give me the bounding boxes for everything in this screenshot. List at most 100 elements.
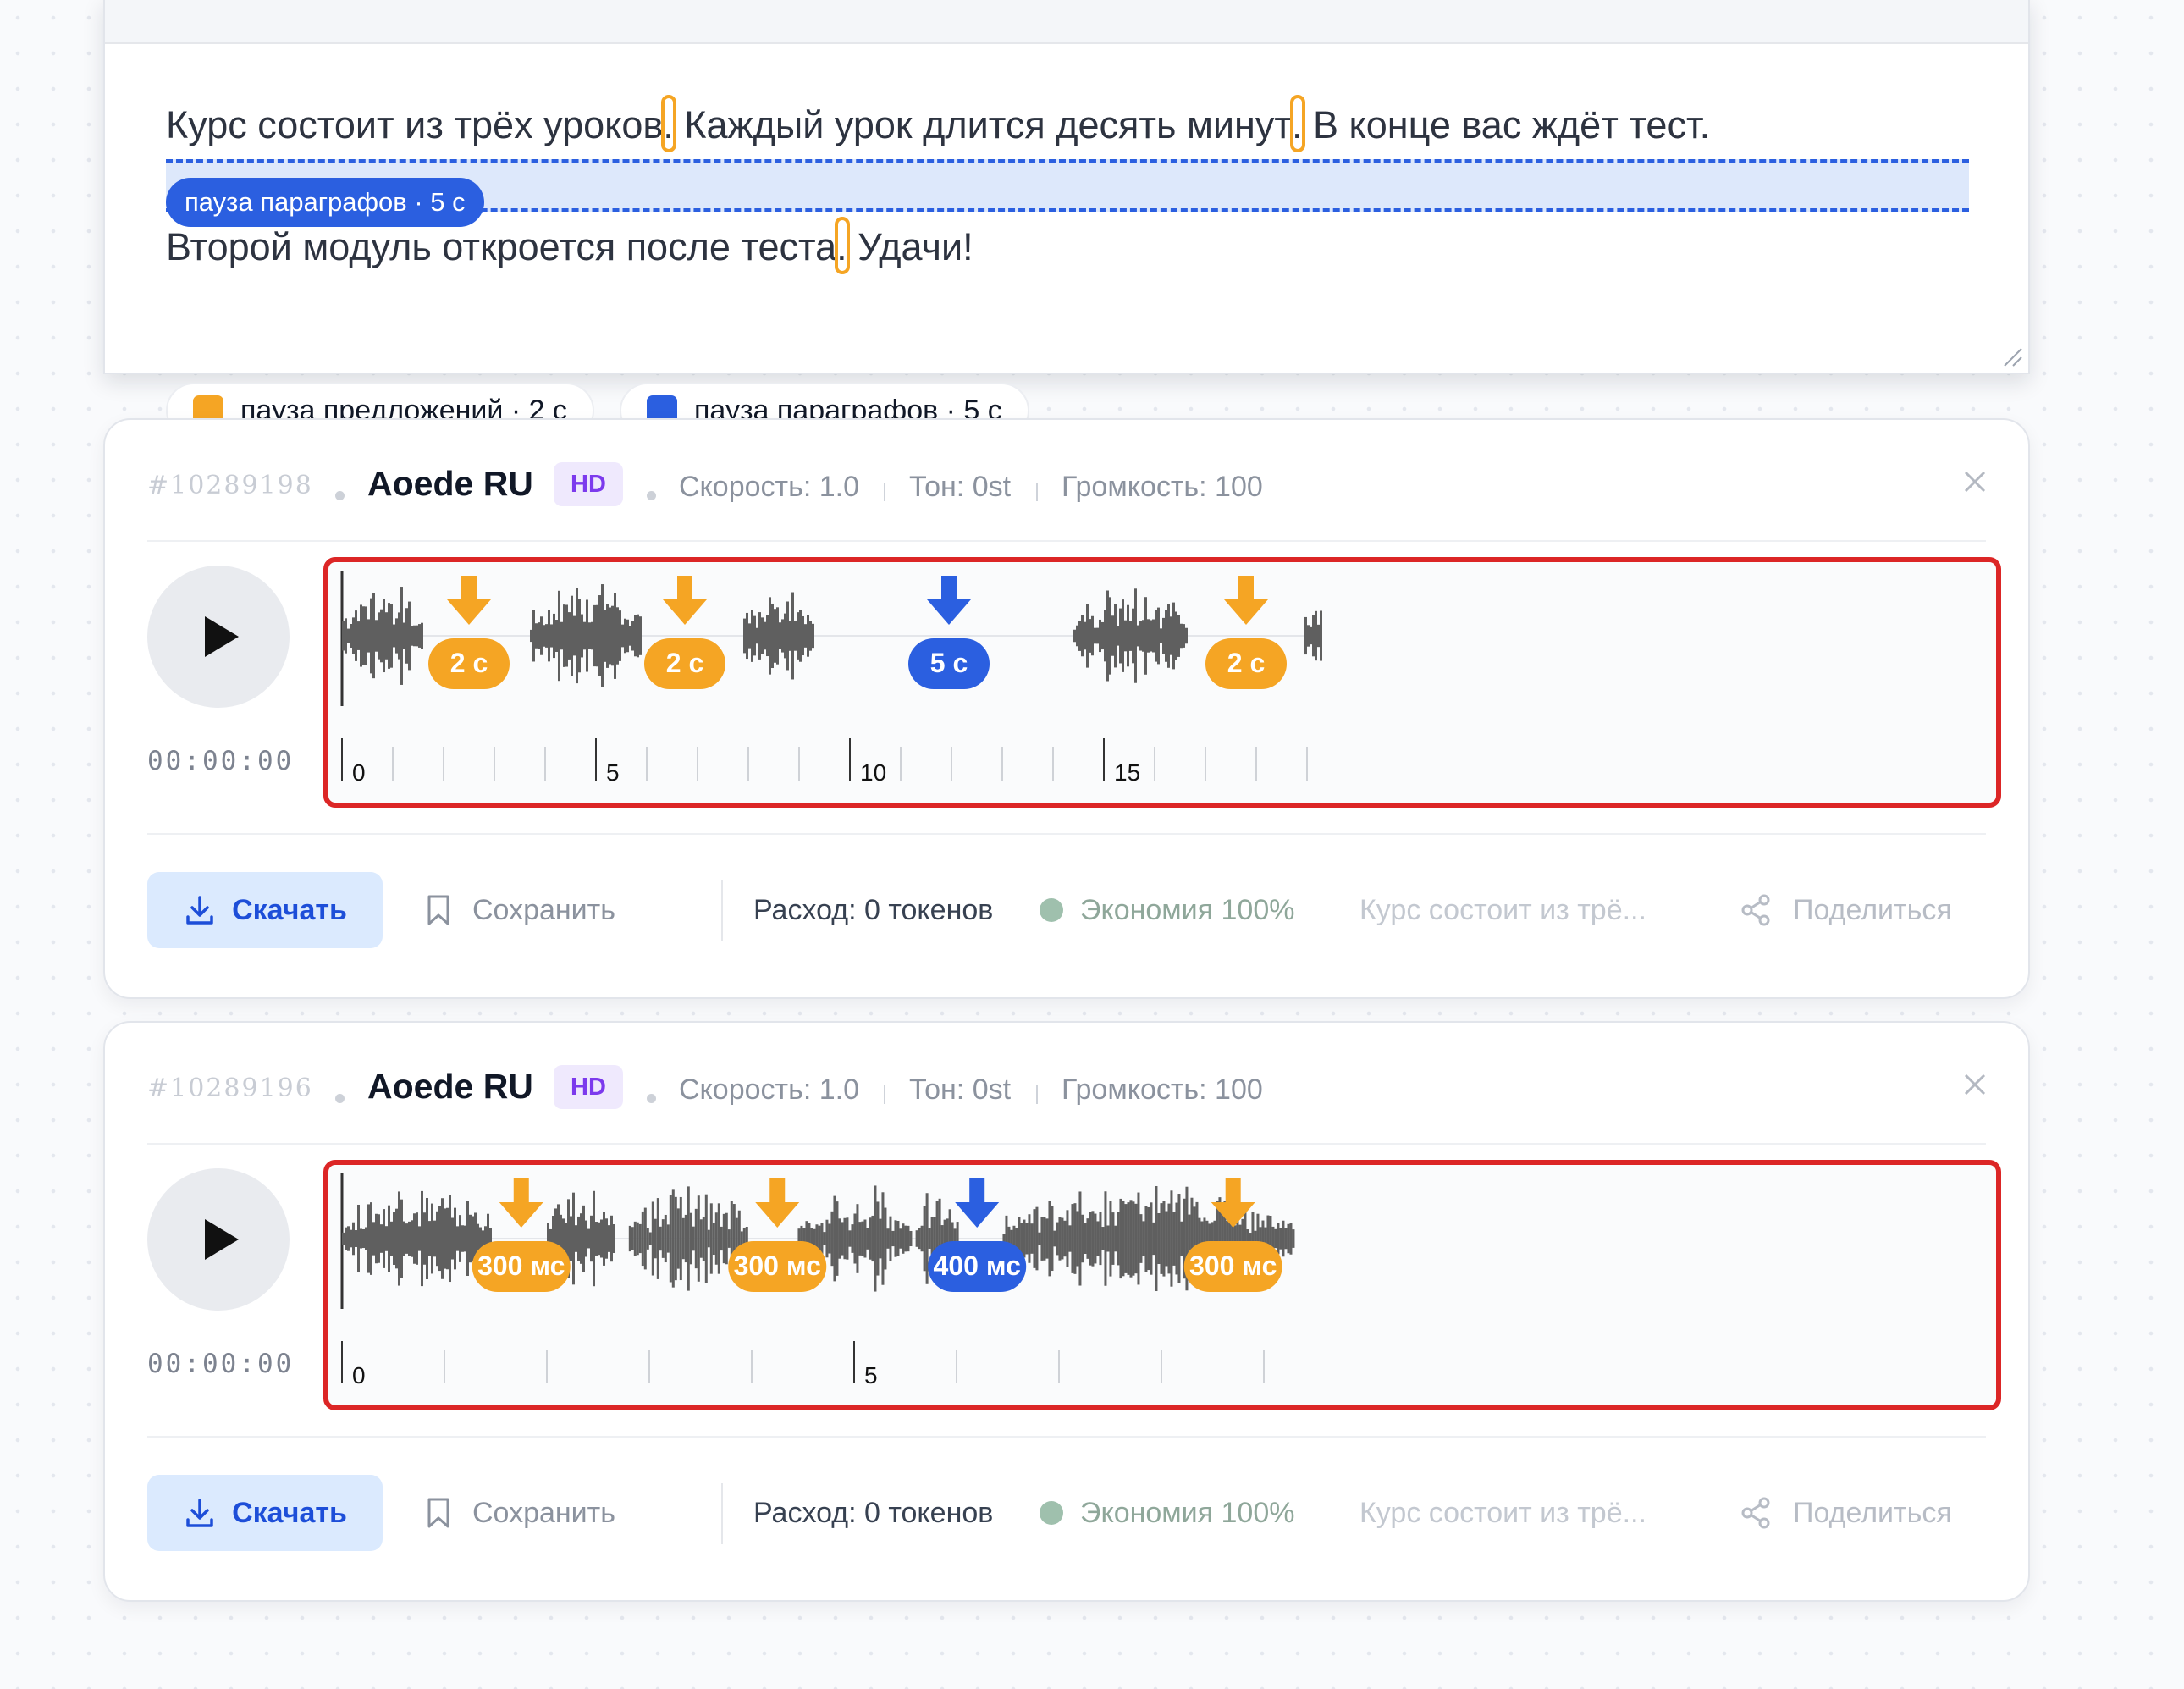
sentence-pause-marker[interactable]: .	[1290, 95, 1304, 152]
token-cost: Расход: 0 токенов	[753, 894, 994, 926]
volume-value: Громкость: 100	[1062, 471, 1263, 503]
separator-dot	[335, 491, 345, 500]
text-preview: Курс состоит из трё...	[1359, 1497, 1646, 1529]
arrow-down-icon	[1224, 576, 1268, 625]
bookmark-icon	[427, 895, 449, 925]
play-icon	[205, 616, 239, 657]
savings-indicator: Экономия 100%	[1040, 872, 1294, 948]
savings-indicator: Экономия 100%	[1040, 1475, 1294, 1551]
arrow-down-icon	[663, 576, 707, 625]
text-preview: Курс состоит из трё...	[1359, 894, 1646, 926]
sentence-pause-marker[interactable]: .	[835, 217, 850, 274]
save-button[interactable]: Сохранить	[427, 1475, 615, 1551]
arrow-down-icon	[927, 576, 971, 625]
footer-divider	[147, 833, 1986, 835]
pause-duration-label: 300 мс	[734, 1250, 821, 1281]
footer-separator	[721, 1483, 723, 1544]
pause-duration-label: 2 с	[450, 648, 488, 678]
download-button[interactable]: Скачать	[147, 872, 383, 948]
pitch-value: Тон: 0st	[909, 1074, 1012, 1106]
voice-name: Aoede RU	[367, 464, 533, 503]
paragraph-pause-marker: 5 с	[908, 576, 990, 689]
tick-label: 15	[1114, 759, 1140, 786]
tick-label: 0	[352, 1362, 366, 1388]
volume-value: Громкость: 100	[1062, 1074, 1263, 1106]
separator-dot	[647, 1094, 656, 1103]
pause-duration-label: 300 мс	[1189, 1250, 1277, 1281]
meta-separator	[1036, 483, 1038, 501]
arrow-down-icon	[755, 1178, 800, 1228]
audio-result-card: #10289196 Aoede RU HD Скорость: 1.0 Тон:…	[103, 1021, 2030, 1602]
meta-separator	[884, 483, 885, 501]
waveform-timeline[interactable]: 0 5 10 15 2 с 2 с 5 с 2 с	[323, 557, 2001, 808]
share-icon	[1741, 894, 1770, 926]
separator-dot	[335, 1094, 345, 1103]
voice-name: Aoede RU	[367, 1067, 533, 1106]
close-icon[interactable]	[1962, 469, 1988, 494]
sentence-pause-marker: 2 с	[644, 576, 725, 689]
speed-value: Скорость: 1.0	[679, 1074, 859, 1106]
separator-dot	[647, 491, 656, 500]
share-icon	[1741, 1497, 1770, 1529]
waveform-canvas: 0 5 10 15 2 с 2 с 5 с 2 с	[340, 571, 1322, 786]
card-header: #10289196 Aoede RU HD Скорость: 1.0 Тон:…	[105, 1023, 2028, 1143]
share-button[interactable]: Поделиться	[1739, 1475, 1952, 1551]
sentence-pause-marker[interactable]: .	[661, 95, 676, 152]
download-icon	[186, 1499, 213, 1527]
arrow-down-icon	[955, 1178, 1000, 1228]
playback-time: 00:00:00	[147, 746, 295, 776]
footer-separator	[721, 880, 723, 941]
arrow-down-icon	[447, 576, 491, 625]
pause-duration-label: 5 с	[930, 648, 968, 678]
download-button[interactable]: Скачать	[147, 1475, 383, 1551]
card-actions: Скачать Сохранить Расход: 0 токенов Экон…	[105, 1475, 2028, 1568]
play-button[interactable]	[147, 1168, 290, 1311]
tick-label: 5	[864, 1362, 878, 1388]
waveform-timeline[interactable]: 0 5 300 мс 300 мс 400 мс 300 мс	[323, 1160, 2001, 1410]
resize-handle-icon[interactable]	[2001, 345, 2023, 367]
text-segment: Каждый урок длится десять минут	[673, 103, 1292, 146]
token-cost: Расход: 0 токенов	[753, 1497, 994, 1529]
header-divider	[147, 540, 1986, 542]
download-icon	[186, 896, 213, 925]
text-segment: Второй модуль откроется после теста	[166, 225, 837, 268]
save-label: Сохранить	[472, 1496, 615, 1529]
pause-duration-label: 2 с	[1227, 648, 1265, 678]
bookmark-icon	[427, 1498, 449, 1528]
meta-separator	[884, 1085, 885, 1104]
record-id: #10289196	[147, 1074, 313, 1103]
savings-label: Экономия 100%	[1080, 893, 1295, 926]
pause-duration-label: 2 с	[666, 648, 703, 678]
sentence-pause-marker: 2 с	[428, 576, 510, 689]
footer-divider	[147, 1436, 1986, 1438]
text-segment: Удачи!	[847, 225, 973, 268]
save-label: Сохранить	[472, 893, 615, 926]
editor-toolbar	[105, 0, 2028, 44]
text-editor[interactable]: Курс состоит из трёх уроков. Каждый урок…	[103, 0, 2030, 374]
download-label: Скачать	[232, 1496, 347, 1529]
sentence-pause-marker: 2 с	[1205, 576, 1287, 689]
audio-result-card: #10289198 Aoede RU HD Скорость: 1.0 Тон:…	[103, 418, 2030, 999]
meta-separator	[1036, 1085, 1038, 1104]
close-icon[interactable]	[1962, 1072, 1988, 1097]
pause-duration-label: 400 мс	[934, 1250, 1021, 1281]
hd-badge: HD	[554, 1065, 623, 1109]
speed-value: Скорость: 1.0	[679, 471, 859, 503]
play-icon	[205, 1219, 239, 1260]
share-label: Поделиться	[1793, 1496, 1952, 1529]
arrow-down-icon	[499, 1178, 543, 1228]
card-header: #10289198 Aoede RU HD Скорость: 1.0 Тон:…	[105, 420, 2028, 540]
share-button[interactable]: Поделиться	[1739, 872, 1952, 948]
playback-time: 00:00:00	[147, 1349, 295, 1379]
play-button[interactable]	[147, 566, 290, 708]
paragraph-1: Курс состоит из трёх уроков. Каждый урок…	[166, 95, 1711, 152]
tick-label: 10	[860, 759, 886, 786]
hd-badge: HD	[554, 462, 623, 506]
text-segment: Курс состоит из трёх уроков	[166, 103, 664, 146]
tick-label: 5	[606, 759, 620, 786]
save-button[interactable]: Сохранить	[427, 872, 615, 948]
text-segment: В конце вас ждёт тест.	[1302, 103, 1711, 146]
paragraph-2: Второй модуль откроется после теста. Уда…	[166, 217, 973, 274]
header-divider	[147, 1143, 1986, 1145]
record-id: #10289198	[147, 471, 313, 500]
